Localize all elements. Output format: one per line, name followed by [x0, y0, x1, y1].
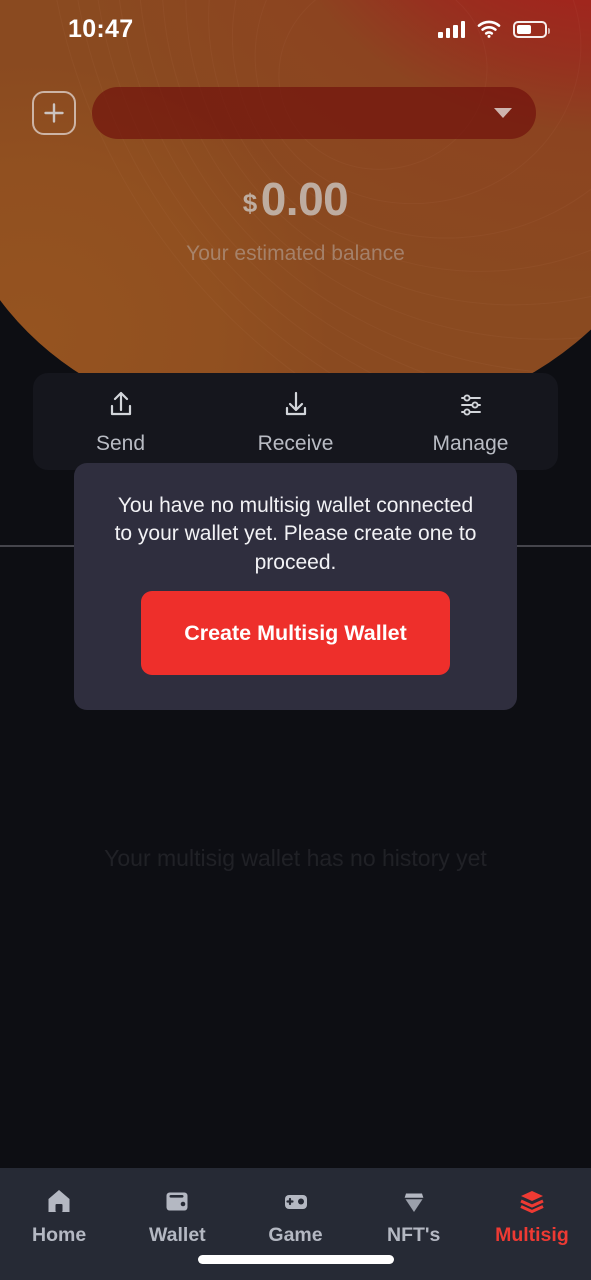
diamond-icon: [404, 1193, 424, 1212]
balance-section: $ 0.00 Your estimated balance: [0, 172, 591, 266]
send-action-button[interactable]: Send: [33, 388, 208, 456]
balance-amount: 0.00: [260, 173, 349, 225]
status-bar: 10:47: [0, 0, 591, 58]
balance-amount-row: $ 0.00: [0, 172, 591, 226]
gamepad-icon: [284, 1195, 307, 1209]
cellular-signal-icon: [438, 20, 465, 38]
currency-symbol: $: [242, 187, 257, 218]
nav-label-game: Game: [268, 1224, 323, 1246]
nav-label-multisig: Multisig: [495, 1224, 569, 1246]
wallet-icon: [166, 1192, 188, 1211]
plus-icon: [44, 103, 64, 123]
receive-action-button[interactable]: Receive: [208, 388, 383, 456]
header-bar: [0, 84, 591, 142]
nav-item-home[interactable]: Home: [0, 1186, 118, 1247]
nav-label-nfts: NFT's: [387, 1224, 441, 1246]
nav-item-game[interactable]: Game: [236, 1186, 354, 1247]
wallet-selector-dropdown[interactable]: [92, 87, 536, 139]
status-bar-icons: [438, 20, 550, 38]
sliders-icon: [460, 393, 481, 416]
create-multisig-wallet-button[interactable]: Create Multisig Wallet: [141, 591, 450, 675]
quick-actions-bar: Send Receive Manage: [33, 373, 558, 470]
home-indicator[interactable]: [197, 1255, 394, 1264]
download-arrow-icon: [285, 391, 306, 415]
layers-icon: [520, 1191, 544, 1214]
send-action-label: Send: [95, 431, 146, 455]
wifi-icon: [477, 20, 501, 38]
battery-icon: [513, 20, 550, 38]
manage-action-label: Manage: [432, 431, 509, 455]
app-screen: 10:47 $ 0.00 Your estimated balance Send…: [0, 0, 591, 1280]
add-wallet-button[interactable]: [32, 91, 76, 135]
upload-arrow-icon: [110, 391, 131, 415]
receive-action-label: Receive: [257, 431, 334, 455]
history-empty-text: Your multisig wallet has no history yet: [104, 845, 487, 871]
home-icon: [48, 1190, 70, 1212]
nav-item-nfts[interactable]: NFT's: [355, 1186, 473, 1247]
nav-label-home: Home: [32, 1224, 87, 1246]
status-bar-clock: 10:47: [68, 14, 134, 43]
balance-caption: Your estimated balance: [186, 242, 405, 265]
nav-item-wallet[interactable]: Wallet: [118, 1186, 236, 1247]
no-multisig-wallet-card: You have no multisig wallet connected to…: [74, 463, 517, 710]
nav-label-wallet: Wallet: [148, 1224, 206, 1246]
no-multisig-wallet-message: You have no multisig wallet connected to…: [114, 494, 477, 574]
nav-item-multisig[interactable]: Multisig: [473, 1186, 591, 1247]
manage-action-button[interactable]: Manage: [383, 388, 558, 456]
chevron-down-icon: [494, 108, 512, 118]
